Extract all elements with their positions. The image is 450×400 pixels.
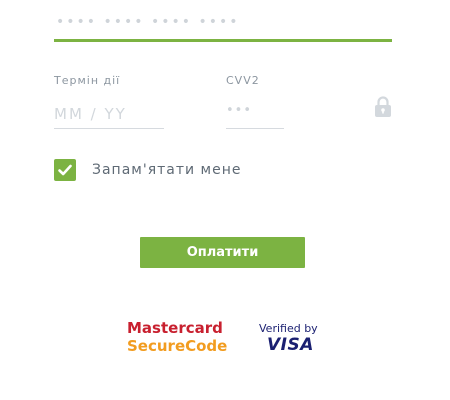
visa-text: VISA <box>267 335 314 355</box>
mastercard-securecode-logo: Mastercard SecureCode <box>127 321 227 354</box>
verified-by-visa-logo: Verified by VISA <box>259 323 329 354</box>
payment-form: •••• •••• •••• •••• Термін дії CVV2 ••• … <box>0 0 450 400</box>
expiry-input[interactable] <box>54 100 164 129</box>
cvv-label: CVV2 <box>226 74 260 87</box>
card-number-mask: •••• •••• •••• •••• <box>56 14 240 30</box>
card-number-field[interactable]: •••• •••• •••• •••• <box>54 12 392 42</box>
checkbox-checked[interactable] <box>54 159 76 181</box>
card-number-underline <box>54 39 392 42</box>
remember-me-label: Запам'ятати мене <box>92 162 242 178</box>
expiry-label: Термін дії <box>54 74 121 87</box>
pay-button[interactable]: Оплатити <box>140 237 305 268</box>
mastercard-text: Mastercard <box>127 319 223 337</box>
cvv-input[interactable]: ••• <box>226 100 284 129</box>
verified-by-text: Verified by <box>259 322 318 335</box>
remember-me-checkbox[interactable]: Запам'ятати мене <box>54 158 242 182</box>
lock-icon <box>374 96 392 118</box>
securecode-text: SecureCode <box>127 337 228 355</box>
checkmark-icon <box>58 164 72 176</box>
cvv-mask: ••• <box>226 103 253 118</box>
